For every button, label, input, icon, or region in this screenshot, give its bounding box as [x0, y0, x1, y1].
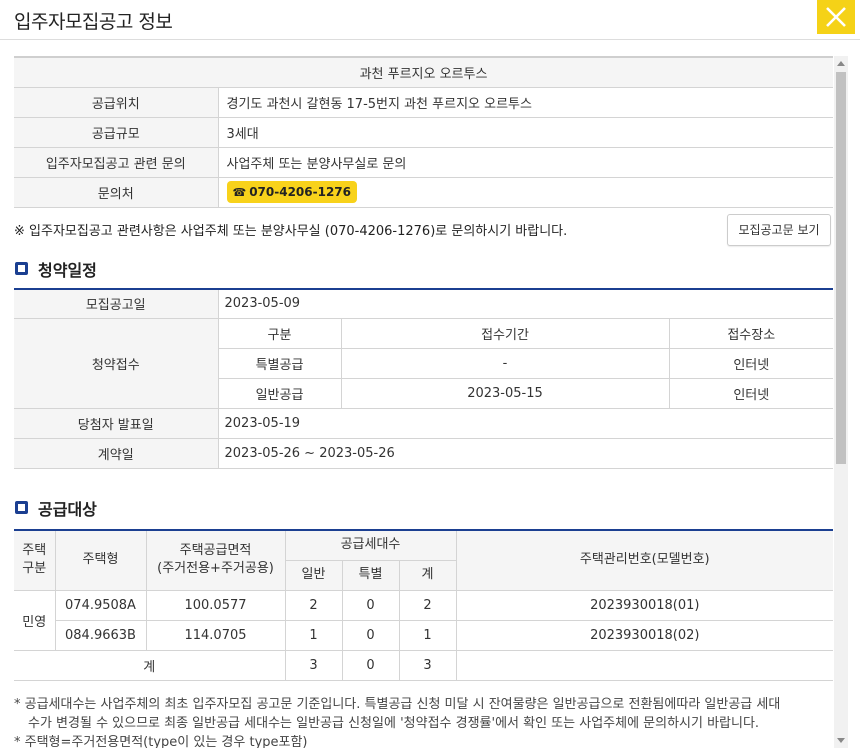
scrollbar-thumb[interactable] — [836, 72, 846, 464]
notice-row: ※ 입주자모집공고 관련사항은 사업주체 또는 분양사무실 (070-4206-… — [14, 208, 833, 250]
phone-number: 070-4206-1276 — [249, 185, 352, 199]
schedule-table: 모집공고일 2023-05-09 청약접수 구분 접수기간 접수장소 특별공급 … — [14, 287, 833, 469]
total-total: 3 — [398, 649, 457, 681]
scrollbar[interactable] — [834, 56, 848, 748]
cell-model: 2023930018(01) — [455, 589, 833, 621]
location-label: 공급위치 — [14, 86, 219, 118]
footnote-1: * 공급세대수는 사업주체의 최초 입주자모집 공고문 기준입니다. 특별공급 … — [14, 696, 781, 712]
view-notice-button[interactable]: 모집공고문 보기 — [727, 213, 831, 246]
close-icon — [826, 7, 846, 27]
supply-heading: 공급대상 — [38, 500, 97, 519]
total-row: 계 3 0 3 — [14, 649, 833, 681]
schedule-heading: 청약일정 — [38, 260, 97, 280]
supply-table: 주택 구분 주택형 주택공급면적 (주거전용+주거공용) 공급세대수 주택관리번… — [14, 529, 833, 681]
cell-type: 074.9508A — [54, 589, 147, 621]
contract-date: 2023-05-26 ~ 2023-05-26 — [218, 438, 833, 469]
contact-cell: ☎ 070-4206-1276 — [218, 176, 833, 208]
col-period: 접수기간 — [341, 318, 670, 349]
inquiry-label: 입주자모집공고 관련 문의 — [14, 146, 219, 178]
table-row: 민영 074.9508A 100.0577 2 0 2 2023930018(0… — [14, 589, 833, 651]
col-units: 공급세대수 — [284, 529, 457, 561]
announce-date: 2023-05-09 — [218, 288, 833, 319]
contract-label: 계약일 — [14, 438, 219, 469]
section-square-icon — [15, 261, 28, 275]
cell-area: 114.0705 — [145, 619, 286, 651]
col-area-line1: 주택공급면적 — [179, 543, 252, 559]
winner-date: 2023-05-19 — [218, 408, 833, 439]
inquiry-value: 사업주체 또는 분양사무실로 문의 — [218, 146, 833, 178]
total-model-empty — [455, 649, 833, 681]
col-total: 계 — [398, 559, 457, 591]
row-period: - — [341, 348, 670, 379]
total-special: 0 — [341, 649, 400, 681]
col-special: 특별 — [341, 559, 400, 591]
col-general: 일반 — [285, 559, 343, 591]
col-house-kind-line1: 주택 — [22, 543, 47, 559]
announce-label: 모집공고일 — [14, 288, 219, 319]
footnote-1-cont: 수가 변경될 수 있으므로 최종 일반공급 세대수는 일반공급 신청일에 '청약… — [28, 715, 760, 731]
col-type: 구분 — [218, 318, 342, 349]
notice-text: ※ 입주자모집공고 관련사항은 사업주체 또는 분양사무실 (070-4206-… — [14, 223, 568, 239]
cell-area: 100.0577 — [145, 589, 286, 621]
scale-value: 3세대 — [218, 116, 833, 148]
total-label: 계 — [14, 649, 286, 681]
supply-section-title: 공급대상 — [14, 469, 833, 529]
col-house-kind-line2: 구분 — [22, 561, 47, 577]
cell-type: 084.9663B — [55, 619, 147, 651]
col-house-kind: 주택 구분 — [14, 529, 56, 591]
col-place: 접수장소 — [669, 318, 833, 349]
footnote-2: * 주택형=주거전용면적(type이 있는 경우 type포함) — [14, 734, 308, 748]
row-place: 인터넷 — [669, 378, 833, 409]
modal-header: 입주자모집공고 정보 — [0, 0, 860, 40]
location-value: 경기도 과천시 갈현동 17-5번지 과천 푸르지오 오르투스 — [218, 86, 833, 118]
scroll-up-icon[interactable] — [837, 61, 845, 66]
section-square-icon — [15, 501, 28, 514]
col-house-type: 주택형 — [54, 529, 147, 591]
cell-model: 2023930018(02) — [455, 619, 833, 651]
house-kind: 민영 — [14, 589, 56, 651]
row-type: 특별공급 — [218, 348, 342, 379]
cell-general: 2 — [284, 589, 343, 621]
contact-label: 문의처 — [14, 176, 219, 208]
scale-label: 공급규모 — [14, 116, 219, 148]
scroll-down-icon[interactable] — [837, 738, 845, 743]
table-row: 084.9663B 114.0705 1 0 1 2023930018(02) — [14, 619, 833, 651]
modal-content: 과천 푸르지오 오르투스 공급위치 경기도 과천시 갈현동 17-5번지 과천 … — [14, 56, 833, 748]
col-model-no: 주택관리번호(모델번호) — [455, 529, 833, 591]
receipt-label: 청약접수 — [14, 318, 219, 409]
row-period: 2023-05-15 — [341, 378, 670, 409]
close-button[interactable] — [817, 0, 855, 34]
schedule-section-title: 청약일정 — [14, 250, 833, 288]
phone-icon: ☎ — [232, 185, 247, 199]
cell-general: 1 — [284, 619, 343, 651]
cell-total: 2 — [398, 589, 457, 621]
row-place: 인터넷 — [669, 348, 833, 379]
complex-name: 과천 푸르지오 오르투스 — [14, 56, 833, 88]
col-area: 주택공급면적 (주거전용+주거공용) — [145, 529, 286, 591]
phone-badge[interactable]: ☎ 070-4206-1276 — [226, 181, 358, 203]
total-general: 3 — [284, 649, 343, 681]
winner-label: 당첨자 발표일 — [14, 408, 219, 439]
footnotes: * 공급세대수는 사업주체의 최초 입주자모집 공고문 기준입니다. 특별공급 … — [14, 695, 830, 748]
col-area-line2: (주거전용+주거공용) — [157, 561, 274, 577]
row-type: 일반공급 — [218, 378, 342, 409]
cell-special: 0 — [341, 589, 400, 621]
cell-total: 1 — [398, 619, 457, 651]
modal-title: 입주자모집공고 정보 — [14, 11, 173, 33]
complex-info-table: 과천 푸르지오 오르투스 공급위치 경기도 과천시 갈현동 17-5번지 과천 … — [14, 56, 833, 208]
cell-special: 0 — [341, 619, 400, 651]
